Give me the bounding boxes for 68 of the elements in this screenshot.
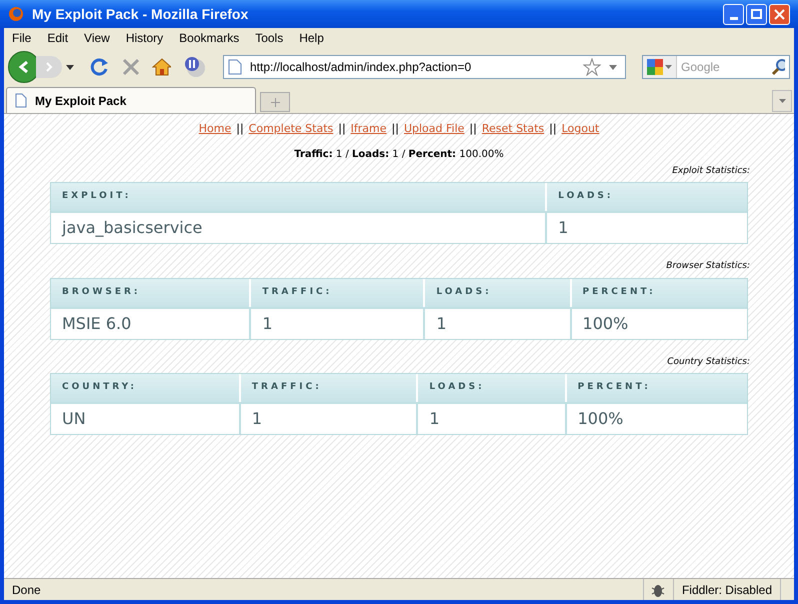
window-title: My Exploit Pack - Mozilla Firefox [32,4,248,24]
addon-status[interactable]: Fiddler: Disabled [672,579,780,600]
table-cell: 100% [570,308,747,338]
star-icon[interactable] [583,58,602,76]
search-engine-icon[interactable] [647,59,664,75]
maximize-icon [751,9,762,19]
menu-item[interactable]: History [126,29,164,47]
nav-link[interactable]: Iframe [350,121,387,138]
column-header: TRAFFIC: [249,278,424,306]
link-separator: || [469,121,477,137]
column-header: LOADS: [423,278,570,306]
address-field[interactable]: http://localhost/admin/index.php?action=0 [222,55,626,79]
link-separator: || [549,121,557,137]
table-cell-text: UN [61,408,87,430]
nav-link[interactable]: Reset Stats [482,121,544,138]
dropdown-icon[interactable] [665,65,672,69]
table-cell: 100% [564,404,747,434]
dropdown-icon[interactable] [609,64,618,70]
column-header: PERCENT: [564,374,747,402]
table-cell: 1 [249,308,424,338]
page-icon [228,59,242,75]
column-header: LOADS: [416,374,565,402]
reload-icon[interactable] [90,57,110,77]
summary-text: Traffic: 1 / Loads: 1 / Percent: 100.00% [294,148,504,162]
menu-item[interactable]: Tools [255,29,284,47]
close-icon [774,8,785,20]
table-caption: Country Statistics: [667,356,750,368]
search-icon[interactable] [771,58,786,76]
table-cell: 1 [238,404,416,434]
menu-item[interactable]: File [12,29,32,47]
page-icon [15,93,27,108]
column-header: PERCENT: [570,278,747,306]
nav-link[interactable]: Logout [562,121,600,138]
nav-link[interactable]: Complete Stats [248,121,334,138]
minimize-icon [730,16,738,20]
tab[interactable]: My Exploit Pack [6,87,256,113]
minimize-button[interactable] [723,4,744,24]
link-separator: || [236,121,244,137]
menu-item[interactable]: View [84,29,110,47]
table-cell-text: MSIE 6.0 [61,312,132,334]
column-header: BROWSER: [61,286,142,299]
dropdown-icon [778,99,786,103]
menu-item[interactable]: Bookmarks [179,29,240,47]
menu-item[interactable]: Help [299,29,324,47]
status-text: Done [12,582,41,598]
dropdown-icon [66,64,74,70]
nav-link[interactable]: Upload File [404,121,464,138]
table-caption: Exploit Statistics: [672,164,750,178]
column-header: EXPLOIT: [61,190,132,204]
nav-link[interactable]: Home [198,121,232,138]
column-header: LOADS: [545,183,747,211]
home-icon[interactable] [152,58,172,76]
column-header: COUNTRY: [61,381,138,394]
table-cell: 1 [423,308,570,338]
table-cell-text: java_basicservice [60,217,204,239]
search-field[interactable]: Google [681,58,772,76]
table-cell: 1 [545,213,747,243]
column-header: TRAFFIC: [238,374,416,402]
link-separator: || [338,121,346,137]
search-bar[interactable]: Google [642,55,790,79]
table-cell: 1 [416,404,565,434]
link-separator: || [392,121,399,137]
maximize-button[interactable] [746,4,767,24]
menu-item[interactable]: Edit [47,29,68,47]
tab-list-button[interactable] [772,90,792,112]
table-caption: Browser Statistics: [666,260,750,273]
close-button[interactable] [769,4,790,24]
plus-icon [270,98,280,106]
